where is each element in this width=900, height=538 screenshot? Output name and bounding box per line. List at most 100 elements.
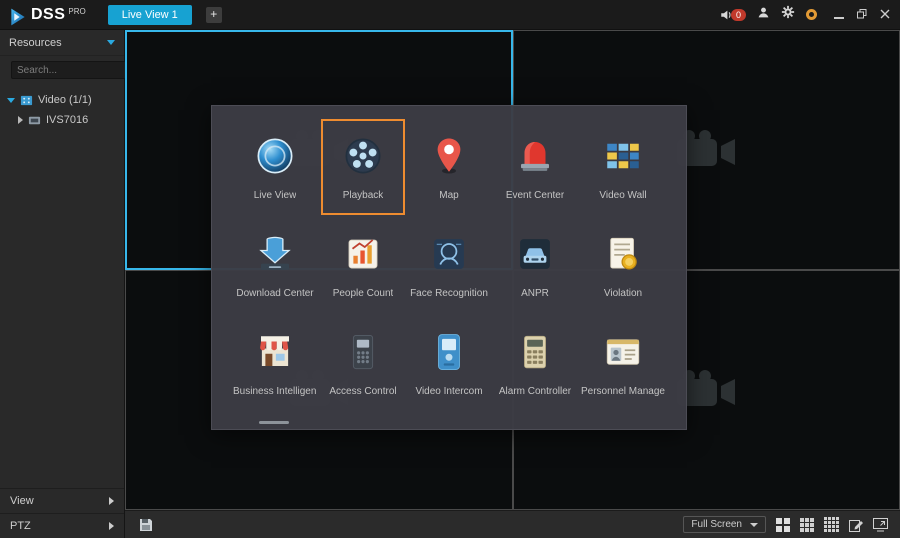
app-label: Violation xyxy=(604,288,642,299)
window-controls xyxy=(834,6,890,24)
alarm-count-badge: 0 xyxy=(731,9,746,21)
user-icon xyxy=(757,6,770,19)
fullscreen-button[interactable] xyxy=(873,518,888,532)
siren-icon xyxy=(513,134,557,178)
layout-2x2-button[interactable] xyxy=(776,518,790,532)
ptz-expand-arrow-icon xyxy=(109,522,114,530)
layout-4x4-icon xyxy=(824,517,839,532)
app-label: Access Control xyxy=(329,386,396,397)
layout-3x3-button[interactable] xyxy=(800,518,814,532)
app-label: Live View xyxy=(254,190,297,201)
resources-label: Resources xyxy=(9,37,62,49)
minimize-button[interactable] xyxy=(834,6,844,24)
face-scan-icon xyxy=(427,232,471,276)
app-violation[interactable]: Violation xyxy=(579,217,667,313)
view-panel-label: View xyxy=(10,495,34,507)
top-bar: DSS PRO Live View 1 + 0 xyxy=(0,0,900,30)
app-label: ANPR xyxy=(521,288,549,299)
save-view-button[interactable] xyxy=(125,518,153,532)
custom-split-icon xyxy=(849,518,863,532)
app-personnel-management[interactable]: Personnel Manage... xyxy=(579,315,667,411)
tree-label-video: Video (1/1) xyxy=(38,94,92,106)
live-view-orb-icon xyxy=(253,134,297,178)
film-reel-icon xyxy=(341,134,385,178)
bottom-toolbar: Full Screen xyxy=(125,510,900,538)
app-label: Business Intelligen... xyxy=(233,386,317,397)
video-group-icon xyxy=(20,94,33,107)
bar-chart-icon xyxy=(341,232,385,276)
app-label: Video Wall xyxy=(599,190,646,201)
app-launcher-modal: Live View Playback xyxy=(211,105,687,430)
close-button[interactable] xyxy=(880,6,890,24)
layout-controls: Full Screen xyxy=(683,516,900,533)
app-people-count[interactable]: People Count xyxy=(321,217,405,313)
resources-header[interactable]: Resources xyxy=(0,30,124,56)
app-grid: Live View Playback xyxy=(212,106,686,416)
app-label: Video Intercom xyxy=(415,386,482,397)
collapse-arrow-icon xyxy=(107,40,115,45)
restore-icon xyxy=(857,9,867,19)
app-access-control[interactable]: Access Control xyxy=(321,315,405,411)
resources-sidebar: Resources Vi xyxy=(0,30,125,538)
app-business-intelligence[interactable]: Business Intelligen... xyxy=(231,315,319,411)
modal-scrollbar[interactable] xyxy=(259,421,289,424)
app-video-intercom[interactable]: Video Intercom xyxy=(407,315,491,411)
dss-logo-icon xyxy=(8,7,28,27)
document-badge-icon xyxy=(601,232,645,276)
save-icon xyxy=(139,518,153,532)
tree-item-video-group[interactable]: Video (1/1) xyxy=(0,90,124,110)
alarm-sound-button[interactable]: 0 xyxy=(719,8,746,22)
app-download-center[interactable]: Download Center xyxy=(231,217,319,313)
app-label: People Count xyxy=(333,288,394,299)
close-icon xyxy=(880,9,890,19)
id-card-icon xyxy=(601,330,645,374)
control-panel-icon xyxy=(513,330,557,374)
chevron-down-icon xyxy=(750,523,758,527)
view-panel-toggle[interactable]: View xyxy=(0,488,124,513)
layout-4x4-button[interactable] xyxy=(824,517,839,532)
add-tab-button[interactable]: + xyxy=(206,7,222,23)
app-label: Personnel Manage... xyxy=(581,386,665,397)
device-tree: Video (1/1) IVS7016 xyxy=(0,84,124,130)
search-row xyxy=(0,56,124,84)
app-face-recognition[interactable]: Face Recognition xyxy=(407,217,491,313)
fullscreen-monitor-icon xyxy=(873,518,888,532)
view-expand-arrow-icon xyxy=(109,497,114,505)
device-icon xyxy=(28,114,41,127)
app-live-view[interactable]: Live View xyxy=(231,119,319,215)
app-map[interactable]: Map xyxy=(407,119,491,215)
sidebar-bottom-panels: View PTZ xyxy=(0,488,124,538)
app-playback[interactable]: Playback xyxy=(321,119,405,215)
tile-grid-icon xyxy=(601,134,645,178)
restore-button[interactable] xyxy=(857,6,867,24)
tree-item-device[interactable]: IVS7016 xyxy=(0,110,124,130)
ptz-panel-toggle[interactable]: PTZ xyxy=(0,513,124,538)
app-label: Map xyxy=(439,190,458,201)
app-label: Playback xyxy=(343,190,384,201)
location-pin-icon xyxy=(427,134,471,178)
custom-split-button[interactable] xyxy=(849,518,863,532)
app-event-center[interactable]: Event Center xyxy=(493,119,577,215)
app-anpr[interactable]: ANPR xyxy=(493,217,577,313)
user-button[interactable] xyxy=(757,6,770,24)
app-label: Event Center xyxy=(506,190,564,201)
tab-live-view-1[interactable]: Live View 1 xyxy=(108,5,192,25)
storefront-icon xyxy=(253,330,297,374)
settings-button[interactable] xyxy=(781,5,795,24)
expand-arrow-icon[interactable] xyxy=(7,98,15,103)
app-video-wall[interactable]: Video Wall xyxy=(579,119,667,215)
gear-icon xyxy=(781,5,795,19)
app-edition: PRO xyxy=(68,7,85,16)
topbar-icons: 0 xyxy=(719,5,900,24)
screen-mode-label: Full Screen xyxy=(691,519,742,530)
app-name: DSS xyxy=(31,3,65,27)
ptz-panel-label: PTZ xyxy=(10,520,31,532)
tree-label-device: IVS7016 xyxy=(46,114,88,126)
app-alarm-controller[interactable]: Alarm Controller xyxy=(493,315,577,411)
app-label: Download Center xyxy=(236,288,313,299)
app-logo: DSS PRO xyxy=(0,3,94,27)
intercom-device-icon xyxy=(427,330,471,374)
collapse-arrow-right-icon[interactable] xyxy=(18,116,23,124)
screen-mode-dropdown[interactable]: Full Screen xyxy=(683,516,766,533)
status-ring-icon[interactable] xyxy=(806,9,817,20)
